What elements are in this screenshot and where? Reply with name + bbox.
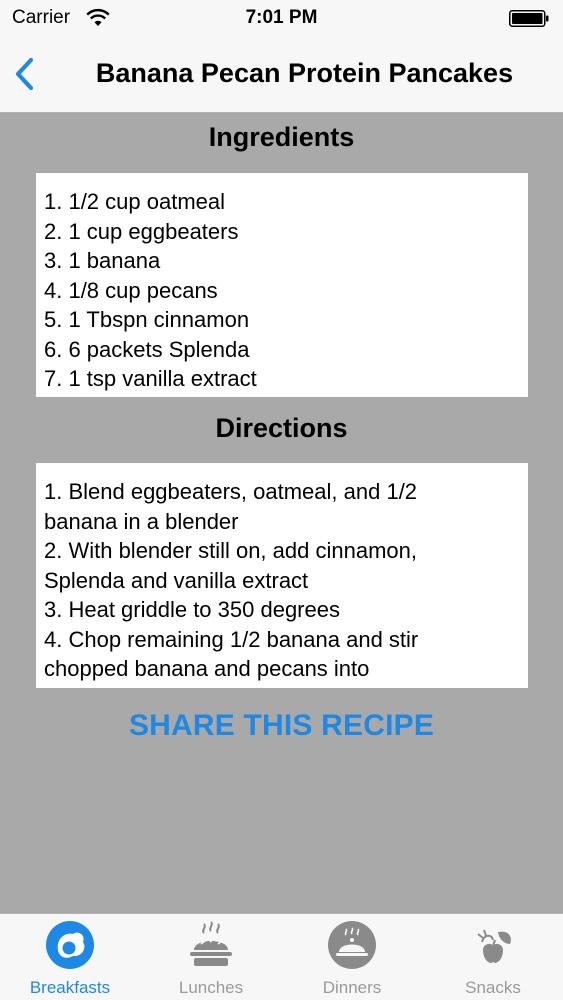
direction-line: 3. Heat griddle to 350 degrees bbox=[44, 597, 340, 622]
chevron-left-icon bbox=[15, 57, 34, 91]
ingredients-heading: Ingredients bbox=[208, 122, 355, 152]
ingredient-item: 4. 1/8 cup pecans bbox=[44, 277, 218, 303]
share-recipe-button[interactable]: SHARE THIS RECIPE bbox=[0, 709, 563, 743]
lunch-icon bbox=[190, 921, 232, 966]
direction-line: Splenda and vanilla extract bbox=[44, 567, 309, 593]
direction-line: 4. Chop remaining 1/2 banana and stir bbox=[44, 626, 419, 652]
ingredients-box: 1. 1/2 cup oatmeal 2. 1 cup eggbeaters 3… bbox=[36, 173, 528, 397]
tab-dinners[interactable]: Dinners bbox=[282, 914, 422, 1000]
direction-line: 1. Blend eggbeaters, oatmeal, and 1/2 bbox=[44, 479, 418, 504]
directions-heading: Directions bbox=[215, 413, 348, 443]
ingredient-item: 3. 1 banana bbox=[44, 248, 161, 273]
ingredient-item: 2. 1 cup eggbeaters bbox=[44, 218, 239, 244]
status-time: 7:01 PM bbox=[245, 7, 318, 28]
tab-lunches[interactable]: Lunches bbox=[141, 914, 281, 1000]
page-title: Banana Pecan Protein Pancakes bbox=[95, 58, 514, 88]
direction-line: chopped banana and pecans into bbox=[44, 656, 370, 681]
battery-icon bbox=[509, 10, 549, 27]
tab-label: Breakfasts bbox=[29, 978, 111, 997]
ingredient-item: 5. 1 Tbspn cinnamon bbox=[44, 307, 250, 332]
dinner-icon bbox=[328, 921, 376, 969]
breakfast-icon bbox=[46, 921, 94, 969]
ingredient-item: 1. 1/2 cup oatmeal bbox=[44, 189, 226, 214]
tab-breakfasts[interactable]: Breakfasts bbox=[0, 914, 140, 1000]
directions-box[interactable]: 1. Blend eggbeaters, oatmeal, and 1/2 ba… bbox=[36, 463, 528, 688]
status-bar: Carrier 7:01 PM bbox=[0, 0, 563, 38]
snack-icon bbox=[477, 929, 511, 963]
tab-label: Dinners bbox=[322, 978, 382, 997]
back-button[interactable] bbox=[8, 52, 48, 96]
direction-line: 2. With blender still on, add cinnamon, bbox=[44, 538, 417, 563]
tab-bar: Breakfasts Lunches Dinners Snacks bbox=[0, 913, 563, 1000]
ingredient-item: 6. 6 packets Splenda bbox=[44, 336, 250, 362]
tab-label: Snacks bbox=[465, 978, 521, 997]
tab-label: Lunches bbox=[178, 978, 244, 997]
ingredient-item: 7. 1 tsp vanilla extract bbox=[44, 366, 257, 391]
tab-snacks[interactable]: Snacks bbox=[423, 914, 563, 1000]
navigation-bar: Banana Pecan Protein Pancakes bbox=[0, 38, 563, 113]
direction-line: banana in a blender bbox=[44, 508, 239, 534]
